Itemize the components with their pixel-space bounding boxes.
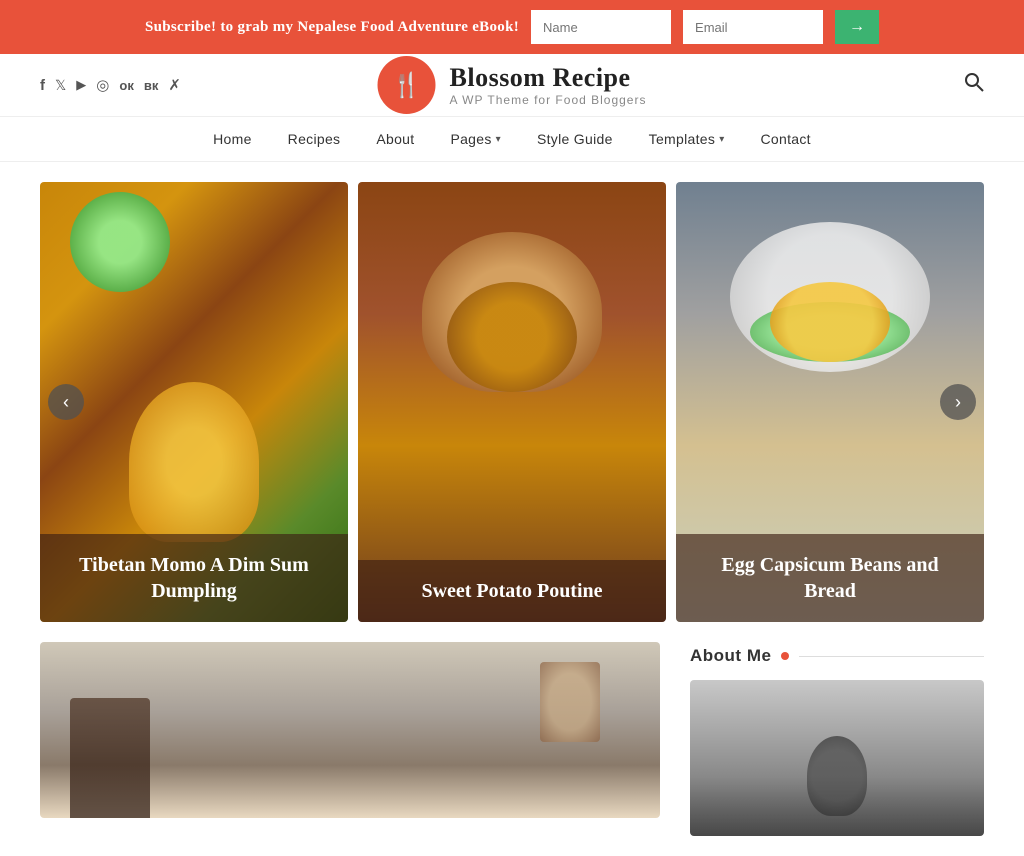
nav-pages[interactable]: Pages ▾: [450, 131, 501, 147]
nav-style-guide[interactable]: Style Guide: [537, 131, 613, 147]
twitter-icon[interactable]: 𝕏: [55, 77, 66, 94]
ok-icon[interactable]: ок: [119, 78, 133, 93]
logo-text: Blossom Recipe A WP Theme for Food Blogg…: [450, 63, 647, 107]
bottom-section: About Me: [0, 642, 1024, 856]
vk-icon[interactable]: вк: [144, 78, 159, 93]
slider-container: Tibetan Momo A Dim Sum Dumpling Sweet Po…: [40, 182, 984, 622]
slider-prev-button[interactable]: ‹: [48, 384, 84, 420]
fork-icon: 🍴: [392, 71, 422, 100]
banner-name-input[interactable]: [531, 10, 671, 44]
slide-2[interactable]: Sweet Potato Poutine: [358, 182, 666, 622]
about-me-widget: About Me: [690, 642, 984, 836]
instagram-icon[interactable]: ◎: [96, 76, 109, 95]
banner-email-input[interactable]: [683, 10, 823, 44]
slide-1[interactable]: Tibetan Momo A Dim Sum Dumpling: [40, 182, 348, 622]
featured-slider: ‹ Tibetan Momo A Dim Sum Dumpling Sweet …: [0, 162, 1024, 642]
pages-dropdown-arrow: ▾: [496, 134, 501, 145]
article-thumbnail: [40, 642, 660, 818]
top-banner: Subscribe! to grab my Nepalese Food Adve…: [0, 0, 1024, 54]
nav-about[interactable]: About: [376, 131, 414, 147]
nav-contact[interactable]: Contact: [761, 131, 811, 147]
about-me-dot-decorator: [781, 652, 789, 660]
xing-icon[interactable]: ✗: [168, 76, 181, 95]
slide-1-title: Tibetan Momo A Dim Sum Dumpling: [60, 552, 328, 604]
slide-2-caption: Sweet Potato Poutine: [358, 560, 666, 622]
site-subtitle: A WP Theme for Food Bloggers: [450, 93, 647, 107]
slider-next-button[interactable]: ›: [940, 384, 976, 420]
main-nav: Home Recipes About Pages ▾ Style Guide T…: [0, 117, 1024, 162]
social-icons-group: f 𝕏 ▶ ◎ ок вк ✗: [40, 76, 181, 95]
facebook-icon[interactable]: f: [40, 77, 45, 94]
slide-3-caption: Egg Capsicum Beans and Bread: [676, 534, 984, 622]
templates-dropdown-arrow: ▾: [719, 134, 724, 145]
about-me-divider: [799, 656, 984, 657]
banner-submit-button[interactable]: →: [835, 10, 879, 44]
nav-templates[interactable]: Templates ▾: [649, 131, 725, 147]
about-me-title: About Me: [690, 646, 771, 666]
slide-3-title: Egg Capsicum Beans and Bread: [696, 552, 964, 604]
nav-home[interactable]: Home: [213, 131, 252, 147]
youtube-icon[interactable]: ▶: [76, 77, 86, 93]
header: f 𝕏 ▶ ◎ ок вк ✗ 🍴 Blossom Recipe A WP Th…: [0, 54, 1024, 117]
bottom-article[interactable]: [40, 642, 660, 836]
site-title: Blossom Recipe: [450, 63, 647, 93]
logo-area: 🍴 Blossom Recipe A WP Theme for Food Blo…: [378, 56, 647, 114]
slide-3[interactable]: Egg Capsicum Beans and Bread: [676, 182, 984, 622]
slide-2-title: Sweet Potato Poutine: [378, 578, 646, 604]
nav-recipes[interactable]: Recipes: [288, 131, 341, 147]
search-button[interactable]: [964, 72, 984, 98]
slide-1-caption: Tibetan Momo A Dim Sum Dumpling: [40, 534, 348, 622]
banner-text: Subscribe! to grab my Nepalese Food Adve…: [145, 19, 519, 36]
logo-icon-circle: 🍴: [378, 56, 436, 114]
about-me-header: About Me: [690, 642, 984, 666]
about-me-image: [690, 680, 984, 836]
